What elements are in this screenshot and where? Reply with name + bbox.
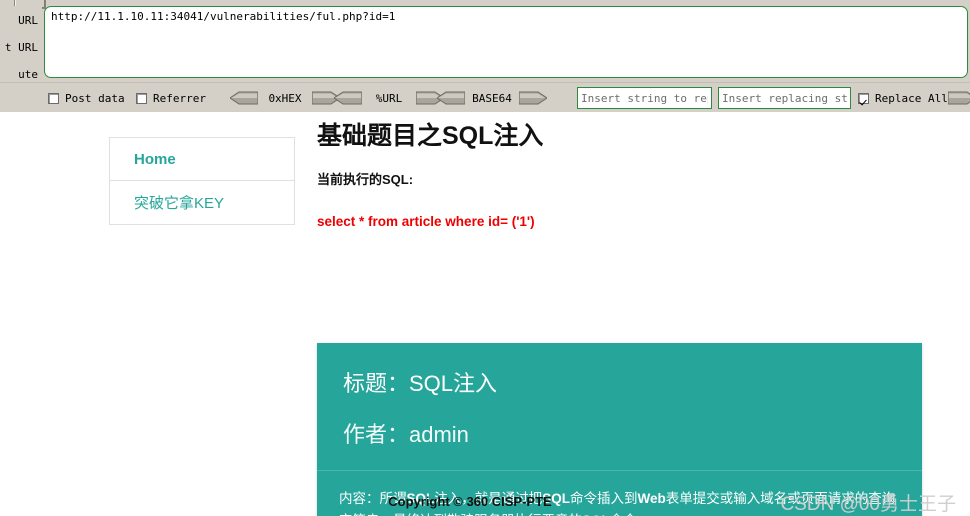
postdata-label: Post data: [65, 91, 125, 105]
urlencode-converter-group: %URL: [334, 83, 444, 113]
replaceall-checkbox[interactable]: [858, 92, 869, 104]
current-sql-query: select * from article where id= ('1'): [317, 214, 535, 229]
tool-label-execute: ute: [18, 68, 38, 81]
sidebar-item-get-key[interactable]: 突破它拿KEY: [110, 181, 294, 224]
replace-apply-right-arrow-icon[interactable]: [948, 91, 970, 105]
sidebar-item-home-label: Home: [134, 150, 176, 168]
web-page-content: Home 突破它拿KEY 基础题目之SQL注入 当前执行的SQL: select…: [0, 112, 970, 516]
url-decode-left-arrow-icon[interactable]: [334, 91, 362, 105]
replace-find-input[interactable]: [577, 87, 712, 109]
page-title: 基础题目之SQL注入: [317, 122, 544, 150]
referrer-label: Referrer: [153, 91, 206, 105]
tool-options-row: Post data Referrer 0xHEX %URL BASE64 Ins…: [0, 82, 970, 112]
base64-converter-label: BASE64: [472, 91, 512, 105]
tool-label-target-url: t URL: [4, 41, 38, 54]
base64-encode-right-arrow-icon[interactable]: [519, 91, 547, 105]
tool-label-url: URL: [18, 14, 38, 27]
referrer-checkbox[interactable]: [136, 92, 147, 104]
postdata-checkbox-group[interactable]: Post data: [48, 83, 125, 113]
current-sql-label: 当前执行的SQL:: [317, 172, 414, 187]
hex-decode-left-arrow-icon[interactable]: [230, 91, 258, 105]
sidebar-item-get-key-label: 突破它拿KEY: [134, 195, 225, 212]
base64-decode-left-arrow-icon[interactable]: [437, 91, 465, 105]
hex-converter-group: 0xHEX: [230, 83, 340, 113]
sidebar-nav: Home 突破它拿KEY: [109, 137, 295, 225]
article-card-header: 标题：SQL注入 作者：admin: [317, 343, 922, 470]
main-content: 基础题目之SQL注入 当前执行的SQL: select * from artic…: [317, 112, 927, 229]
replaceall-checkbox-group[interactable]: Replace All: [858, 83, 948, 113]
copyright-text: Copyright © 360 CISP-PTE: [388, 494, 552, 509]
article-title: 标题：SQL注入: [343, 371, 498, 396]
postdata-checkbox[interactable]: [48, 92, 59, 104]
replaceall-label: Replace All: [875, 91, 948, 105]
replace-apply-group: [948, 83, 970, 113]
proxy-tool-panel: URL t URL ute Post data Referrer 0xHEX: [0, 0, 970, 112]
referrer-checkbox-group[interactable]: Referrer: [136, 83, 206, 113]
base64-converter-group: BASE64: [437, 83, 547, 113]
url-input[interactable]: [44, 6, 968, 78]
replace-with-input[interactable]: [718, 87, 851, 109]
url-converter-label: %URL: [375, 91, 403, 105]
tool-label-column: URL t URL ute: [0, 6, 42, 82]
hex-converter-label: 0xHEX: [268, 91, 302, 105]
csdn-watermark: CSDN @00勇士王子: [780, 494, 956, 515]
sidebar-item-home[interactable]: Home: [110, 138, 294, 181]
article-author: 作者：admin: [343, 422, 469, 447]
